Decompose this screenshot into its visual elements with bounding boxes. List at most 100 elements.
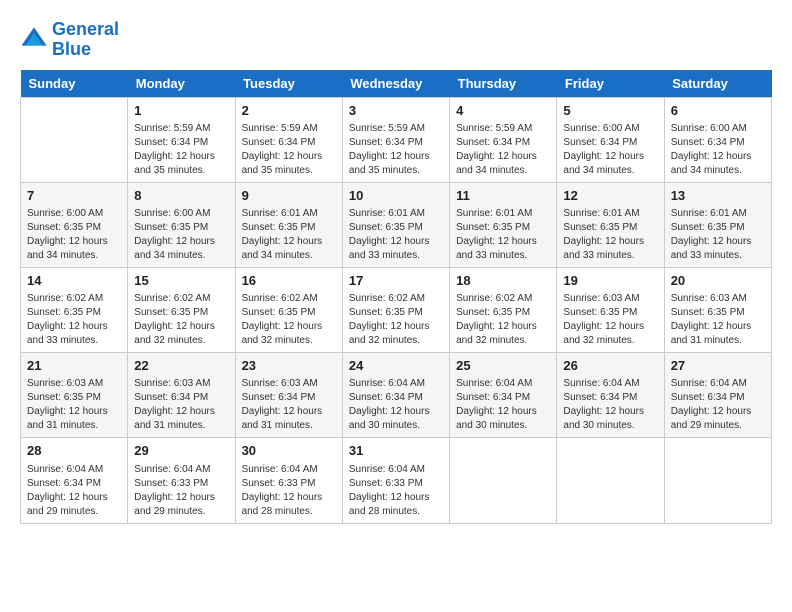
day-header-monday: Monday	[128, 70, 235, 98]
cell-info: Sunrise: 6:02 AMSunset: 6:35 PMDaylight:…	[134, 292, 228, 348]
calendar-cell: 5 Sunrise: 6:00 AMSunset: 6:34 PMDaylight…	[557, 97, 664, 182]
calendar-cell: 3 Sunrise: 5:59 AMSunset: 6:34 PMDaylight…	[342, 97, 449, 182]
day-number: 27	[671, 357, 765, 375]
page-header: General Blue	[20, 20, 772, 60]
calendar-cell	[664, 438, 771, 523]
day-number: 6	[671, 102, 765, 120]
calendar-cell: 9Sunrise: 6:01 AMSunset: 6:35 PMDaylight…	[235, 182, 342, 267]
cell-info: Sunrise: 5:59 AMSunset: 6:34 PMDaylight:…	[456, 122, 550, 178]
cell-info: Sunrise: 6:03 AMSunset: 6:34 PMDaylight:…	[242, 377, 336, 433]
calendar-cell: 7 Sunrise: 6:00 AMSunset: 6:35 PMDaylight…	[21, 182, 128, 267]
day-number: 11	[456, 187, 550, 205]
cell-info: Sunrise: 6:03 AMSunset: 6:34 PMDaylight:…	[134, 377, 228, 433]
cell-info: Sunrise: 6:01 AMSunset: 6:35 PMDaylight:…	[456, 207, 550, 263]
cell-info: Sunrise: 6:04 AMSunset: 6:33 PMDaylight:…	[349, 463, 443, 519]
day-number: 30	[242, 442, 336, 460]
day-header-friday: Friday	[557, 70, 664, 98]
cell-info: Sunrise: 6:01 AMSunset: 6:35 PMDaylight:…	[563, 207, 657, 263]
calendar-cell: 11 Sunrise: 6:01 AMSunset: 6:35 PMDayligh…	[450, 182, 557, 267]
day-number: 7	[27, 187, 121, 205]
logo-icon	[20, 26, 48, 54]
calendar-table: SundayMondayTuesdayWednesdayThursdayFrid…	[20, 70, 772, 524]
logo-text: General Blue	[52, 20, 119, 60]
calendar-cell: 19 Sunrise: 6:03 AMSunset: 6:35 PMDayligh…	[557, 267, 664, 352]
calendar-cell: 20 Sunrise: 6:03 AMSunset: 6:35 PMDayligh…	[664, 267, 771, 352]
calendar-cell: 17 Sunrise: 6:02 AMSunset: 6:35 PMDayligh…	[342, 267, 449, 352]
cell-info: Sunrise: 6:03 AMSunset: 6:35 PMDaylight:…	[671, 292, 765, 348]
day-number: 25	[456, 357, 550, 375]
calendar-cell	[557, 438, 664, 523]
day-header-sunday: Sunday	[21, 70, 128, 98]
calendar-week-row: 7 Sunrise: 6:00 AMSunset: 6:35 PMDaylight…	[21, 182, 772, 267]
calendar-cell: 24 Sunrise: 6:04 AMSunset: 6:34 PMDayligh…	[342, 353, 449, 438]
calendar-cell: 27 Sunrise: 6:04 AMSunset: 6:34 PMDayligh…	[664, 353, 771, 438]
calendar-cell: 23 Sunrise: 6:03 AMSunset: 6:34 PMDayligh…	[235, 353, 342, 438]
cell-info: Sunrise: 6:01 AMSunset: 6:35 PMDaylight:…	[349, 207, 443, 263]
day-number: 12	[563, 187, 657, 205]
cell-info: Sunrise: 6:02 AMSunset: 6:35 PMDaylight:…	[456, 292, 550, 348]
calendar-cell: 22 Sunrise: 6:03 AMSunset: 6:34 PMDayligh…	[128, 353, 235, 438]
day-number: 2	[242, 102, 336, 120]
calendar-cell: 31 Sunrise: 6:04 AMSunset: 6:33 PMDayligh…	[342, 438, 449, 523]
day-number: 28	[27, 442, 121, 460]
calendar-cell: 16 Sunrise: 6:02 AMSunset: 6:35 PMDayligh…	[235, 267, 342, 352]
calendar-cell: 2Sunrise: 5:59 AMSunset: 6:34 PMDaylight…	[235, 97, 342, 182]
cell-info: Sunrise: 6:04 AMSunset: 6:34 PMDaylight:…	[563, 377, 657, 433]
day-number: 22	[134, 357, 228, 375]
calendar-cell: 26 Sunrise: 6:04 AMSunset: 6:34 PMDayligh…	[557, 353, 664, 438]
cell-info: Sunrise: 6:02 AMSunset: 6:35 PMDaylight:…	[242, 292, 336, 348]
day-header-saturday: Saturday	[664, 70, 771, 98]
day-number: 17	[349, 272, 443, 290]
calendar-cell: 6 Sunrise: 6:00 AMSunset: 6:34 PMDaylight…	[664, 97, 771, 182]
calendar-cell: 8Sunrise: 6:00 AMSunset: 6:35 PMDaylight…	[128, 182, 235, 267]
day-number: 15	[134, 272, 228, 290]
calendar-cell: 12 Sunrise: 6:01 AMSunset: 6:35 PMDayligh…	[557, 182, 664, 267]
calendar-week-row: 21 Sunrise: 6:03 AMSunset: 6:35 PMDayligh…	[21, 353, 772, 438]
calendar-cell: 13Sunrise: 6:01 AMSunset: 6:35 PMDayligh…	[664, 182, 771, 267]
calendar-cell: 14Sunrise: 6:02 AMSunset: 6:35 PMDayligh…	[21, 267, 128, 352]
day-number: 10	[349, 187, 443, 205]
day-number: 13	[671, 187, 765, 205]
calendar-cell: 30 Sunrise: 6:04 AMSunset: 6:33 PMDayligh…	[235, 438, 342, 523]
day-number: 23	[242, 357, 336, 375]
day-number: 20	[671, 272, 765, 290]
cell-info: Sunrise: 6:03 AMSunset: 6:35 PMDaylight:…	[27, 377, 121, 433]
calendar-week-row: 28 Sunrise: 6:04 AMSunset: 6:34 PMDayligh…	[21, 438, 772, 523]
calendar-cell: 29 Sunrise: 6:04 AMSunset: 6:33 PMDayligh…	[128, 438, 235, 523]
day-number: 19	[563, 272, 657, 290]
day-number: 1	[134, 102, 228, 120]
day-number: 5	[563, 102, 657, 120]
calendar-week-row: 14Sunrise: 6:02 AMSunset: 6:35 PMDayligh…	[21, 267, 772, 352]
calendar-cell: 25Sunrise: 6:04 AMSunset: 6:34 PMDayligh…	[450, 353, 557, 438]
cell-info: Sunrise: 6:04 AMSunset: 6:34 PMDaylight:…	[671, 377, 765, 433]
day-number: 26	[563, 357, 657, 375]
cell-info: Sunrise: 6:02 AMSunset: 6:35 PMDaylight:…	[349, 292, 443, 348]
cell-info: Sunrise: 5:59 AMSunset: 6:34 PMDaylight:…	[134, 122, 228, 178]
cell-info: Sunrise: 6:04 AMSunset: 6:33 PMDaylight:…	[134, 463, 228, 519]
cell-info: Sunrise: 6:04 AMSunset: 6:33 PMDaylight:…	[242, 463, 336, 519]
cell-info: Sunrise: 6:04 AMSunset: 6:34 PMDaylight:…	[27, 463, 121, 519]
calendar-cell: 10 Sunrise: 6:01 AMSunset: 6:35 PMDayligh…	[342, 182, 449, 267]
cell-info: Sunrise: 6:00 AMSunset: 6:34 PMDaylight:…	[563, 122, 657, 178]
cell-info: Sunrise: 6:00 AMSunset: 6:34 PMDaylight:…	[671, 122, 765, 178]
calendar-cell: 28 Sunrise: 6:04 AMSunset: 6:34 PMDayligh…	[21, 438, 128, 523]
cell-info: Sunrise: 5:59 AMSunset: 6:34 PMDaylight:…	[349, 122, 443, 178]
calendar-cell	[450, 438, 557, 523]
calendar-cell: 15 Sunrise: 6:02 AMSunset: 6:35 PMDayligh…	[128, 267, 235, 352]
day-number: 21	[27, 357, 121, 375]
day-number: 31	[349, 442, 443, 460]
day-number: 3	[349, 102, 443, 120]
cell-info: Sunrise: 6:03 AMSunset: 6:35 PMDaylight:…	[563, 292, 657, 348]
day-number: 4	[456, 102, 550, 120]
cell-info: Sunrise: 6:02 AMSunset: 6:35 PMDaylight:…	[27, 292, 121, 348]
cell-info: Sunrise: 6:00 AMSunset: 6:35 PMDaylight:…	[27, 207, 121, 263]
logo: General Blue	[20, 20, 119, 60]
day-header-wednesday: Wednesday	[342, 70, 449, 98]
cell-info: Sunrise: 6:00 AMSunset: 6:35 PMDaylight:…	[134, 207, 228, 263]
calendar-cell: 1 Sunrise: 5:59 AMSunset: 6:34 PMDaylight…	[128, 97, 235, 182]
calendar-week-row: 1 Sunrise: 5:59 AMSunset: 6:34 PMDaylight…	[21, 97, 772, 182]
cell-info: Sunrise: 6:04 AMSunset: 6:34 PMDaylight:…	[349, 377, 443, 433]
day-number: 16	[242, 272, 336, 290]
day-number: 24	[349, 357, 443, 375]
day-number: 29	[134, 442, 228, 460]
